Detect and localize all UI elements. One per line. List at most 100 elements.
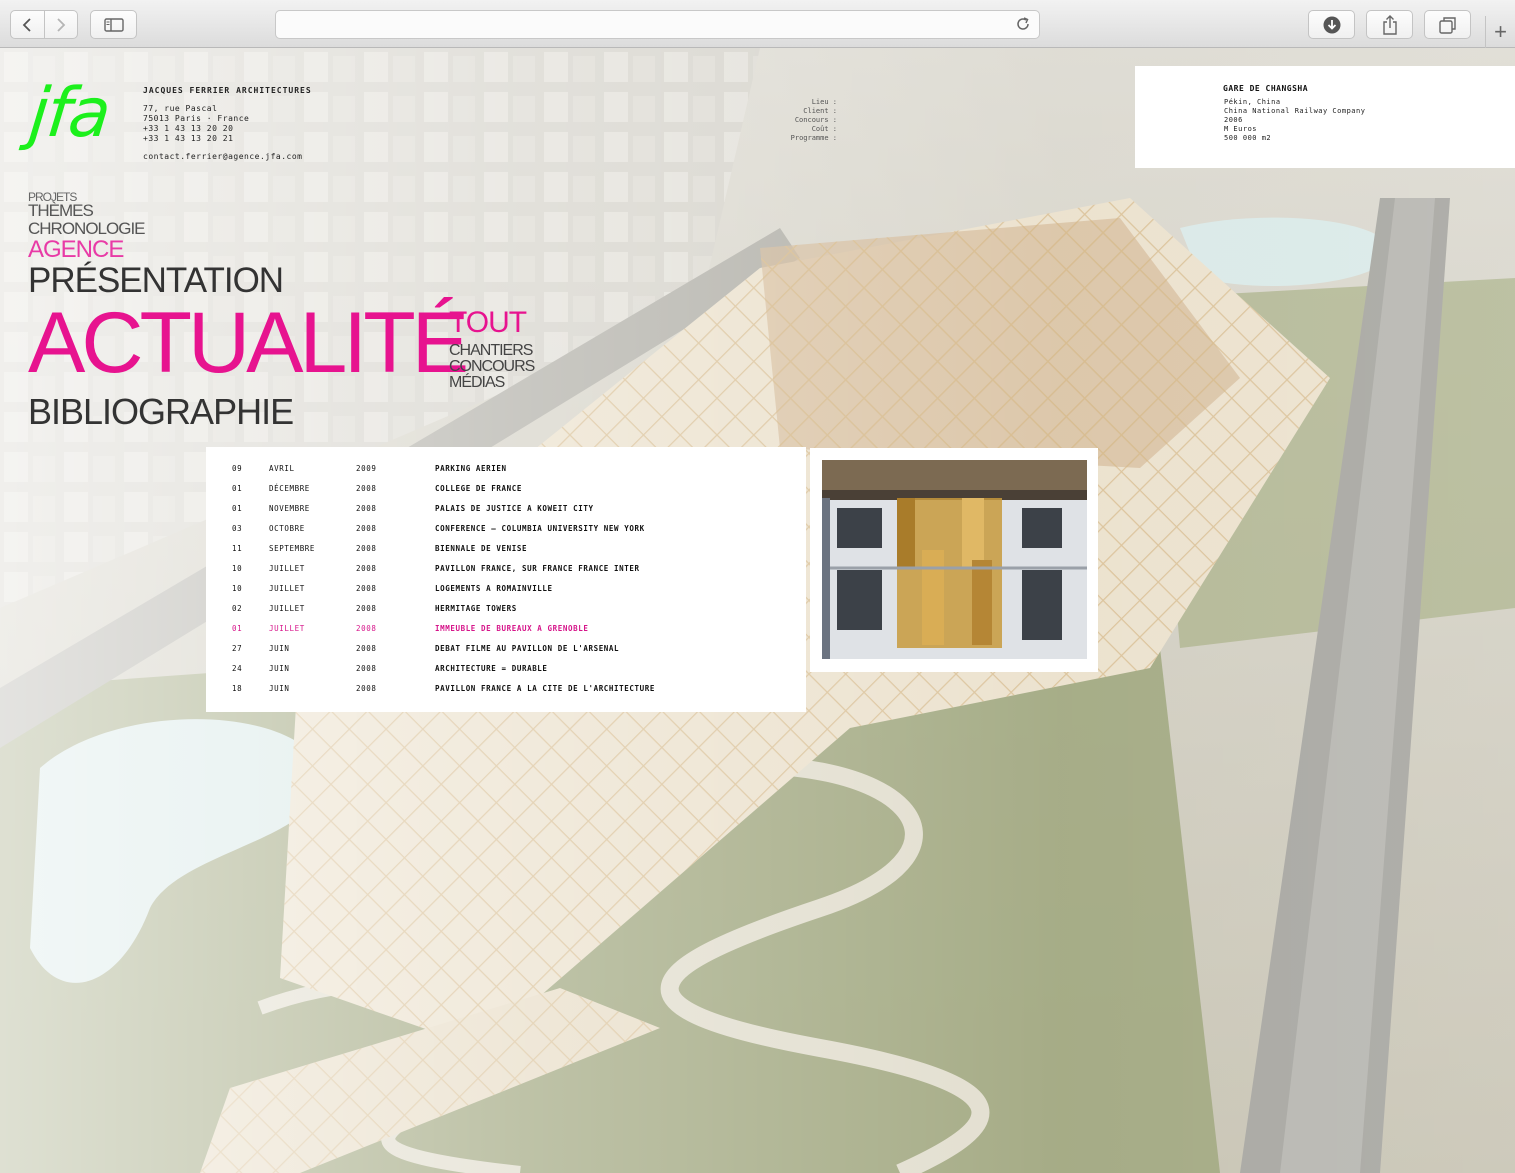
download-icon (1323, 16, 1340, 33)
news-day: 18 (232, 684, 243, 693)
tabs-icon (1438, 16, 1456, 34)
address-bar[interactable] (275, 10, 1040, 39)
nav-bibliographie[interactable]: BIBLIOGRAPHIE (28, 391, 294, 433)
news-item[interactable]: 09 AVRIL 2009 PARKING AERIEN (206, 459, 806, 479)
jfa-logo[interactable]: jfa (26, 74, 113, 153)
news-day: 27 (232, 644, 243, 653)
news-photo[interactable] (822, 460, 1087, 659)
share-button[interactable] (1366, 10, 1413, 39)
news-item[interactable]: 24 JUIN 2008 ARCHITECTURE = DURABLE (206, 659, 806, 679)
forward-button[interactable] (43, 11, 78, 38)
news-title: DEBAT FILME AU PAVILLON DE L'ARSENAL (435, 644, 620, 653)
nav-agence[interactable]: AGENCE (28, 236, 124, 264)
news-title: ARCHITECTURE = DURABLE (435, 664, 548, 673)
address-city: 75013 Paris · France (143, 114, 250, 123)
news-year: 2008 (356, 664, 377, 673)
phone-number: +33 1 43 13 20 20 (143, 124, 234, 133)
news-day: 11 (232, 544, 243, 553)
news-title: CONFERENCE – COLUMBIA UNIVERSITY NEW YOR… (435, 524, 645, 533)
news-year: 2009 (356, 464, 377, 473)
project-info-panel: GARE DE CHANGSHA Lieu : Pékin, China Cli… (791, 66, 1515, 168)
news-day: 01 (232, 504, 243, 513)
news-year: 2008 (356, 684, 377, 693)
news-month: SEPTEMBRE (269, 544, 316, 553)
field-label: Lieu : (811, 98, 837, 106)
download-button[interactable] (1308, 10, 1355, 39)
news-year: 2008 (356, 624, 377, 633)
news-month: JUIN (269, 664, 290, 673)
subnav-medias[interactable]: MÉDIAS (449, 374, 505, 392)
news-month: JUIN (269, 644, 290, 653)
news-day: 03 (232, 524, 243, 533)
news-item[interactable]: 27 JUIN 2008 DEBAT FILME AU PAVILLON DE L'A… (206, 639, 806, 659)
news-month: JUILLET (269, 624, 305, 633)
news-year: 2008 (356, 564, 377, 573)
subnav-tout[interactable]: TOUT (449, 306, 527, 340)
news-month: JUILLET (269, 584, 305, 593)
news-month: NOVEMBRE (269, 504, 310, 513)
news-item[interactable]: 10 JUILLET 2008 LOGEMENTS A ROMAINVILLE (206, 579, 806, 599)
news-day: 24 (232, 664, 243, 673)
browser-toolbar: + (0, 0, 1515, 48)
field-value: 500 000 m2 (1224, 134, 1272, 142)
news-item[interactable]: 18 JUIN 2008 PAVILLON FRANCE A LA CITE DE L… (206, 679, 806, 699)
news-month: DÉCEMBRE (269, 484, 310, 493)
news-month: AVRIL (269, 464, 295, 473)
share-icon (1382, 14, 1397, 35)
news-day: 01 (232, 624, 243, 633)
sidebar-button[interactable] (90, 10, 137, 39)
news-title: IMMEUBLE DE BUREAUX A GRENOBLE (435, 624, 589, 633)
news-item[interactable]: 01 NOVEMBRE 2008 PALAIS DE JUSTICE A KOWEIT… (206, 499, 806, 519)
news-item[interactable]: 02 JUILLET 2008 HERMITAGE TOWERS (206, 599, 806, 619)
news-day: 09 (232, 464, 243, 473)
nav-actualite[interactable]: ACTUALITÉ (28, 300, 469, 386)
back-button[interactable] (11, 11, 44, 38)
news-year: 2008 (356, 584, 377, 593)
project-title: GARE DE CHANGSHA (1223, 84, 1309, 93)
address-street: 77, rue Pascal (143, 104, 218, 113)
news-title: PALAIS DE JUSTICE A KOWEIT CITY (435, 504, 594, 513)
news-item[interactable]: 01 DÉCEMBRE 2008 COLLEGE DE FRANCE (206, 479, 806, 499)
firm-name: JACQUES FERRIER ARCHITECTURES (143, 86, 312, 95)
news-day: 10 (232, 584, 243, 593)
field-label: Coût : (811, 125, 837, 133)
reload-icon[interactable] (1015, 16, 1031, 35)
news-year: 2008 (356, 504, 377, 513)
agency-address: JACQUES FERRIER ARCHITECTURES 77, rue Pa… (143, 86, 312, 162)
field-value: 2006 (1224, 116, 1243, 124)
news-item[interactable]: 10 JUILLET 2008 PAVILLON FRANCE, SUR FRANCE… (206, 559, 806, 579)
news-title: LOGEMENTS A ROMAINVILLE (435, 584, 553, 593)
news-month: JUILLET (269, 604, 305, 613)
news-list: 09 AVRIL 2009 PARKING AERIEN 01 DÉCEMBRE 2008 C… (206, 447, 806, 712)
news-photo-frame (810, 448, 1098, 672)
news-title: BIENNALE DE VENISE (435, 544, 528, 553)
news-item[interactable]: 11 SEPTEMBRE 2008 BIENNALE DE VENISE (206, 539, 806, 559)
news-title: PAVILLON FRANCE, SUR FRANCE FRANCE INTER (435, 564, 640, 573)
news-item[interactable]: 03 OCTOBRE 2008 CONFERENCE – COLUMBIA UNIVE… (206, 519, 806, 539)
news-month: OCTOBRE (269, 524, 305, 533)
field-label: Concours : (794, 116, 837, 124)
plus-icon: + (1494, 19, 1507, 44)
field-label: Client : (803, 107, 837, 115)
fax-number: +33 1 43 13 20 21 (143, 134, 234, 143)
nav-themes[interactable]: THÈMES (28, 201, 94, 221)
chevron-right-icon (57, 17, 66, 32)
tabs-button[interactable] (1424, 10, 1471, 39)
contact-email-link[interactable]: contact.ferrier@agence.jfa.com (143, 152, 312, 162)
news-month: JUIN (269, 684, 290, 693)
news-day: 10 (232, 564, 243, 573)
news-year: 2008 (356, 544, 377, 553)
news-month: JUILLET (269, 564, 305, 573)
sidebar-icon (103, 17, 124, 32)
news-day: 02 (232, 604, 243, 613)
new-tab-button[interactable]: + (1485, 16, 1515, 48)
news-title: PARKING AERIEN (435, 464, 507, 473)
news-title: PAVILLON FRANCE A LA CITE DE L'ARCHITECT… (435, 684, 655, 693)
news-item[interactable]: 01 JUILLET 2008 IMMEUBLE DE BUREAUX A GRENO… (206, 619, 806, 639)
field-value: China National Railway Company (1224, 107, 1366, 115)
chevron-left-icon (22, 17, 31, 32)
news-day: 01 (232, 484, 243, 493)
news-year: 2008 (356, 524, 377, 533)
news-year: 2008 (356, 484, 377, 493)
field-value: M Euros (1224, 125, 1258, 133)
